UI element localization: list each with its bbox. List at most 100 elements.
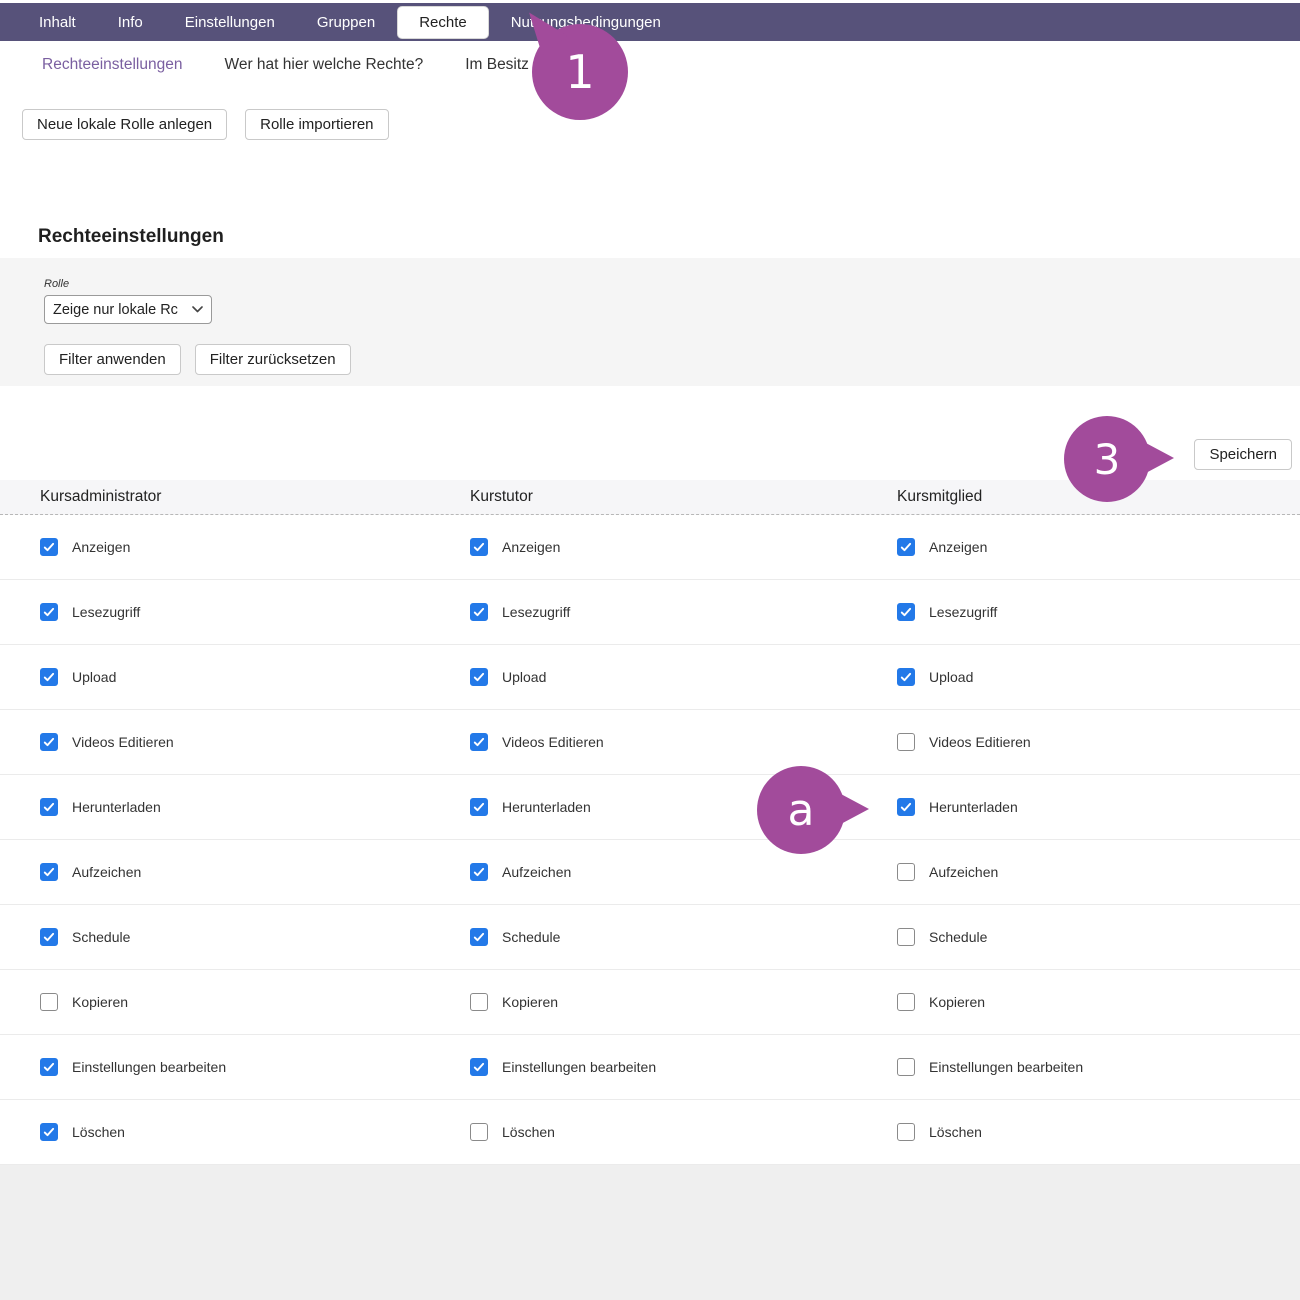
topnav-tab-gruppen[interactable]: Gruppen	[296, 3, 396, 41]
permission-cell-kursmitglied-videos-editieren: Videos Editieren	[857, 733, 1300, 751]
checkbox-einstellungen-bearbeiten-kursmitglied[interactable]	[897, 1058, 915, 1076]
top-navigation: InhaltInfoEinstellungenGruppenRechteNutz…	[0, 3, 1300, 41]
role-actions-toolbar: Neue lokale Rolle anlegen Rolle importie…	[0, 109, 1300, 140]
checkbox-anzeigen-kursadministrator[interactable]	[40, 538, 58, 556]
annotation-step-3-pointer	[1144, 442, 1174, 474]
reset-filter-button[interactable]: Filter zurücksetzen	[195, 344, 351, 375]
checkbox-kopieren-kursmitglied[interactable]	[897, 993, 915, 1011]
permission-row-kopieren: KopierenKopierenKopieren	[0, 970, 1300, 1035]
checkbox-videos-editieren-kursadministrator[interactable]	[40, 733, 58, 751]
checkbox-kopieren-kursadministrator[interactable]	[40, 993, 58, 1011]
permission-label: Herunterladen	[502, 799, 591, 815]
permission-row-anzeigen: AnzeigenAnzeigenAnzeigen	[0, 515, 1300, 580]
permission-row-schedule: Schedule Schedule Schedule	[0, 905, 1300, 970]
checkbox-anzeigen-kurstutor[interactable]	[470, 538, 488, 556]
checkbox-schedule-kursmitglied[interactable]	[897, 928, 915, 946]
checkbox-aufzeichen-kurstutor[interactable]	[470, 863, 488, 881]
permission-cell-kursmitglied-einstellungen-bearbeiten: Einstellungen bearbeiten	[857, 1058, 1300, 1076]
permission-cell-kursmitglied-kopieren: Kopieren	[857, 993, 1300, 1011]
checkbox-löschen-kurstutor[interactable]	[470, 1123, 488, 1141]
permission-label: Kopieren	[929, 994, 985, 1010]
apply-filter-button[interactable]: Filter anwenden	[44, 344, 181, 375]
checkbox-anzeigen-kursmitglied[interactable]	[897, 538, 915, 556]
permission-cell-kurstutor-schedule: Schedule	[430, 928, 857, 946]
topnav-tab-rechte[interactable]: Rechte	[398, 7, 488, 38]
checkbox-löschen-kursadministrator[interactable]	[40, 1123, 58, 1141]
permission-label: Einstellungen bearbeiten	[929, 1059, 1083, 1075]
annotation-marker-a-pointer	[839, 793, 869, 825]
checkbox-videos-editieren-kursmitglied[interactable]	[897, 733, 915, 751]
annotation-step-3-label: 3	[1094, 435, 1121, 484]
checkbox-lesezugriff-kursmitglied[interactable]	[897, 603, 915, 621]
permission-cell-kursadministrator-aufzeichen: Aufzeichen	[0, 863, 430, 881]
permission-label: Lesezugriff	[72, 604, 140, 620]
checkbox-herunterladen-kursadministrator[interactable]	[40, 798, 58, 816]
checkbox-schedule-kurstutor[interactable]	[470, 928, 488, 946]
topnav-tab-info[interactable]: Info	[97, 3, 164, 41]
permission-cell-kursadministrator-lesezugriff: Lesezugriff	[0, 603, 430, 621]
subnav-item-wer-hat-hier-welche-rechte[interactable]: Wer hat hier welche Rechte?	[224, 56, 423, 74]
checkbox-einstellungen-bearbeiten-kursadministrator[interactable]	[40, 1058, 58, 1076]
checkbox-aufzeichen-kursmitglied[interactable]	[897, 863, 915, 881]
checkbox-lesezugriff-kurstutor[interactable]	[470, 603, 488, 621]
permission-cell-kursadministrator-upload: Upload	[0, 668, 430, 686]
checkbox-upload-kursmitglied[interactable]	[897, 668, 915, 686]
permission-label: Kopieren	[72, 994, 128, 1010]
checkbox-lesezugriff-kursadministrator[interactable]	[40, 603, 58, 621]
role-filter-label: Rolle	[44, 278, 1300, 290]
checkbox-videos-editieren-kurstutor[interactable]	[470, 733, 488, 751]
checkbox-upload-kurstutor[interactable]	[470, 668, 488, 686]
permission-label: Löschen	[502, 1124, 555, 1140]
permission-row-videos-editieren: Videos Editieren Videos Editieren Videos E…	[0, 710, 1300, 775]
permission-row-aufzeichen: Aufzeichen Aufzeichen Aufzeichen	[0, 840, 1300, 905]
permission-label: Schedule	[72, 929, 130, 945]
checkbox-aufzeichen-kursadministrator[interactable]	[40, 863, 58, 881]
new-local-role-button[interactable]: Neue lokale Rolle anlegen	[22, 109, 227, 140]
permission-label: Einstellungen bearbeiten	[72, 1059, 226, 1075]
checkbox-herunterladen-kursmitglied[interactable]	[897, 798, 915, 816]
permission-cell-kurstutor-aufzeichen: Aufzeichen	[430, 863, 857, 881]
filter-buttons: Filter anwenden Filter zurücksetzen	[44, 344, 1300, 375]
footer-area	[0, 1165, 1300, 1300]
permission-cell-kursmitglied-schedule: Schedule	[857, 928, 1300, 946]
role-filter-select[interactable]: Zeige nur lokale Rc	[44, 295, 212, 324]
permission-cell-kursadministrator-herunterladen: Herunterladen	[0, 798, 430, 816]
sub-navigation: Rechteeinstellungen Wer hat hier welche R…	[0, 41, 1300, 86]
chevron-down-icon	[192, 306, 203, 313]
permission-label: Aufzeichen	[929, 864, 998, 880]
permission-cell-kursmitglied-aufzeichen: Aufzeichen	[857, 863, 1300, 881]
permission-label: Lesezugriff	[929, 604, 997, 620]
permission-row-löschen: LöschenLöschenLöschen	[0, 1100, 1300, 1165]
permission-row-einstellungen-bearbeiten: Einstellungen bearbeiten Einstellungen be…	[0, 1035, 1300, 1100]
permission-label: Videos Editieren	[502, 734, 604, 750]
save-button[interactable]: Speichern	[1194, 439, 1292, 470]
permission-cell-kursmitglied-herunterladen: Herunterladen	[857, 798, 1300, 816]
checkbox-einstellungen-bearbeiten-kurstutor[interactable]	[470, 1058, 488, 1076]
permission-cell-kursadministrator-einstellungen-bearbeiten: Einstellungen bearbeiten	[0, 1058, 430, 1076]
checkbox-löschen-kursmitglied[interactable]	[897, 1123, 915, 1141]
permission-cell-kurstutor-lesezugriff: Lesezugriff	[430, 603, 857, 621]
page-title: Rechteeinstellungen	[38, 226, 1300, 248]
checkbox-schedule-kursadministrator[interactable]	[40, 928, 58, 946]
permission-label: Lesezugriff	[502, 604, 570, 620]
permission-label: Upload	[72, 669, 116, 685]
topnav-tab-inhalt[interactable]: Inhalt	[18, 3, 97, 41]
column-header-kurstutor: Kurstutor	[430, 488, 857, 506]
checkbox-upload-kursadministrator[interactable]	[40, 668, 58, 686]
topnav-tab-einstellungen[interactable]: Einstellungen	[164, 3, 296, 41]
annotation-marker-a: a	[757, 766, 845, 854]
permission-cell-kurstutor-upload: Upload	[430, 668, 857, 686]
role-filter-selected-value: Zeige nur lokale Rc	[53, 302, 178, 318]
subnav-item-im-besitz[interactable]: Im Besitz	[465, 56, 529, 74]
permission-label: Videos Editieren	[72, 734, 174, 750]
import-role-button[interactable]: Rolle importieren	[245, 109, 388, 140]
permission-label: Upload	[929, 669, 973, 685]
permission-cell-kursadministrator-schedule: Schedule	[0, 928, 430, 946]
annotation-step-3: 3	[1064, 416, 1150, 502]
permission-label: Schedule	[502, 929, 560, 945]
permission-cell-kursmitglied-anzeigen: Anzeigen	[857, 538, 1300, 556]
subnav-item-rechteeinstellungen[interactable]: Rechteeinstellungen	[42, 56, 182, 74]
checkbox-herunterladen-kurstutor[interactable]	[470, 798, 488, 816]
permission-label: Aufzeichen	[72, 864, 141, 880]
checkbox-kopieren-kurstutor[interactable]	[470, 993, 488, 1011]
